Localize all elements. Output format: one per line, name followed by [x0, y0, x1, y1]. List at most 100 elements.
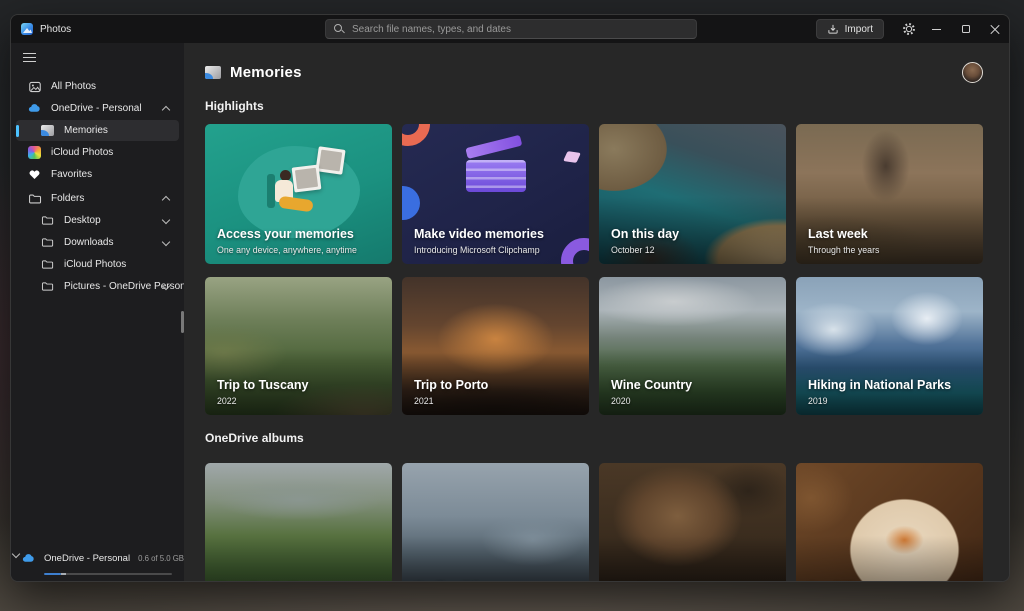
storage-progress-bar	[44, 572, 172, 575]
card-title: On this day	[611, 227, 680, 241]
card-title: Cycling Trips	[414, 580, 579, 581]
card-subtitle: Introducing Microsoft Clipchamp	[414, 245, 540, 255]
card-caption: Cycling Trips	[414, 580, 579, 581]
folder-icon	[27, 191, 42, 206]
chevron-down-icon[interactable]	[161, 217, 169, 225]
card-caption: Trip to Porto 2021	[414, 378, 579, 406]
close-button[interactable]	[980, 15, 1009, 43]
onedrive-cloud-icon	[27, 101, 42, 116]
card-gradient-overlay	[402, 463, 589, 581]
sidebar-item-desktop[interactable]: Desktop	[16, 210, 179, 231]
search-box[interactable]	[325, 19, 697, 39]
gear-icon	[903, 23, 915, 35]
photos-app-window: Photos Import	[10, 14, 1010, 582]
hamburger-menu-icon[interactable]	[23, 53, 36, 62]
clapperboard-icon	[464, 134, 526, 192]
storage-meter[interactable]: OneDrive - Personal 0.6 of 5.0 GB	[11, 551, 185, 575]
card-camping-in-connemara[interactable]: Camping in Connemara	[205, 463, 392, 581]
sidebar-item-onedrive[interactable]: OneDrive - Personal	[16, 98, 179, 119]
memories-page-icon	[205, 65, 221, 79]
card-dog-days[interactable]: Dog Days	[599, 463, 786, 581]
storage-usage-text: 0.6 of 5.0 GB	[138, 554, 185, 563]
card-caption: Food Pics	[808, 580, 973, 581]
sidebar-item-all-photos[interactable]: All Photos	[16, 76, 179, 97]
card-wine-country[interactable]: Wine Country 2020	[599, 277, 786, 415]
card-make-video-memories[interactable]: Make video memories Introducing Microsof…	[402, 124, 589, 264]
card-subtitle: October 12	[611, 245, 655, 255]
card-title: Last week	[808, 227, 868, 241]
chevron-up-icon[interactable]	[161, 195, 169, 203]
settings-button[interactable]	[896, 15, 922, 43]
card-caption: Trip to Tuscany 2022	[217, 378, 382, 406]
card-subtitle: Through the years	[808, 245, 880, 255]
sidebar-item-label: Downloads	[64, 237, 114, 248]
card-access-your-memories[interactable]: Access your memories One any device, any…	[205, 124, 392, 264]
titlebar-actions: Import	[815, 15, 1009, 43]
sidebar: All Photos OneDrive - Personal Memories	[11, 43, 194, 581]
card-caption: Last week Through the years	[808, 227, 973, 255]
card-title: Make video memories	[414, 227, 544, 241]
onedrive-albums-heading: OneDrive albums	[205, 431, 304, 445]
card-caption: Access your memories One any device, any…	[217, 227, 382, 255]
highlights-row: Access your memories One any device, any…	[205, 124, 983, 264]
folder-icon	[40, 235, 55, 250]
card-subtitle: 2020	[611, 396, 631, 406]
storage-progress-fill	[44, 572, 61, 575]
sidebar-item-pictures[interactable]: Pictures - OneDrive Personal	[16, 276, 194, 297]
sidebar-item-label: All Photos	[51, 81, 97, 92]
sidebar-item-memories[interactable]: Memories	[16, 120, 179, 141]
chevron-up-icon[interactable]	[161, 105, 169, 113]
card-caption: Camping in Connemara	[217, 580, 382, 581]
sidebar-item-label: iCloud Photos	[51, 147, 114, 158]
sidebar-item-icloud-folder[interactable]: iCloud Photos	[16, 254, 179, 275]
memories-row: Trip to Tuscany 2022 Trip to Porto 2021	[205, 277, 983, 415]
chevron-down-icon[interactable]	[161, 283, 169, 291]
card-on-this-day[interactable]: On this day October 12	[599, 124, 786, 264]
card-subtitle: 2019	[808, 396, 828, 406]
illustration-photo	[315, 146, 346, 175]
import-button[interactable]: Import	[815, 19, 884, 39]
sidebar-item-downloads[interactable]: Downloads	[16, 232, 179, 253]
desktop-background: Photos Import	[0, 0, 1024, 611]
storage-progress-marker	[60, 572, 66, 575]
chevron-down-icon[interactable]	[161, 239, 169, 247]
card-caption: Make video memories Introducing Microsof…	[414, 227, 579, 255]
selection-indicator	[16, 124, 19, 137]
account-avatar[interactable]	[962, 61, 983, 83]
card-hiking-national-parks[interactable]: Hiking in National Parks 2019	[796, 277, 983, 415]
icloud-photos-icon	[27, 145, 42, 160]
sidebar-item-favorites[interactable]: Favorites	[16, 164, 179, 185]
main-content: Memories Highlights Access your memories…	[184, 43, 1009, 581]
card-trip-to-porto[interactable]: Trip to Porto 2021	[402, 277, 589, 415]
card-last-week[interactable]: Last week Through the years	[796, 124, 983, 264]
sidebar-item-label: Folders	[51, 193, 85, 204]
illustration-photo	[291, 164, 322, 193]
sidebar-item-label: iCloud Photos	[64, 259, 127, 270]
card-food-pics[interactable]: Food Pics	[796, 463, 983, 581]
all-photos-icon	[27, 79, 42, 94]
search-icon	[334, 23, 345, 35]
import-label: Import	[844, 23, 873, 35]
sidebar-item-icloud-photos[interactable]: iCloud Photos	[16, 142, 179, 163]
card-cycling-trips[interactable]: Cycling Trips	[402, 463, 589, 581]
card-gradient-overlay	[599, 463, 786, 581]
card-title: Wine Country	[611, 378, 693, 392]
highlights-heading: Highlights	[205, 99, 264, 113]
card-title: Camping in Connemara	[217, 580, 382, 581]
sidebar-item-label: OneDrive - Personal	[51, 103, 142, 114]
card-trip-to-tuscany[interactable]: Trip to Tuscany 2022	[205, 277, 392, 415]
search-input[interactable]	[352, 23, 688, 35]
card-title: Food Pics	[808, 580, 973, 581]
sidebar-item-label: Desktop	[64, 215, 101, 226]
albums-row: Camping in Connemara Cycling Trips Dog D…	[205, 463, 983, 581]
photos-app-icon	[21, 23, 33, 35]
folder-icon	[40, 257, 55, 272]
card-caption: Wine Country 2020	[611, 378, 776, 406]
illustration-arc	[402, 124, 430, 146]
sidebar-item-folders[interactable]: Folders	[16, 188, 179, 209]
card-caption: Hiking in National Parks 2019	[808, 378, 973, 406]
maximize-button[interactable]	[951, 15, 980, 43]
minimize-button[interactable]	[922, 15, 951, 43]
page-header: Memories	[205, 61, 983, 83]
maximize-icon	[961, 25, 970, 33]
